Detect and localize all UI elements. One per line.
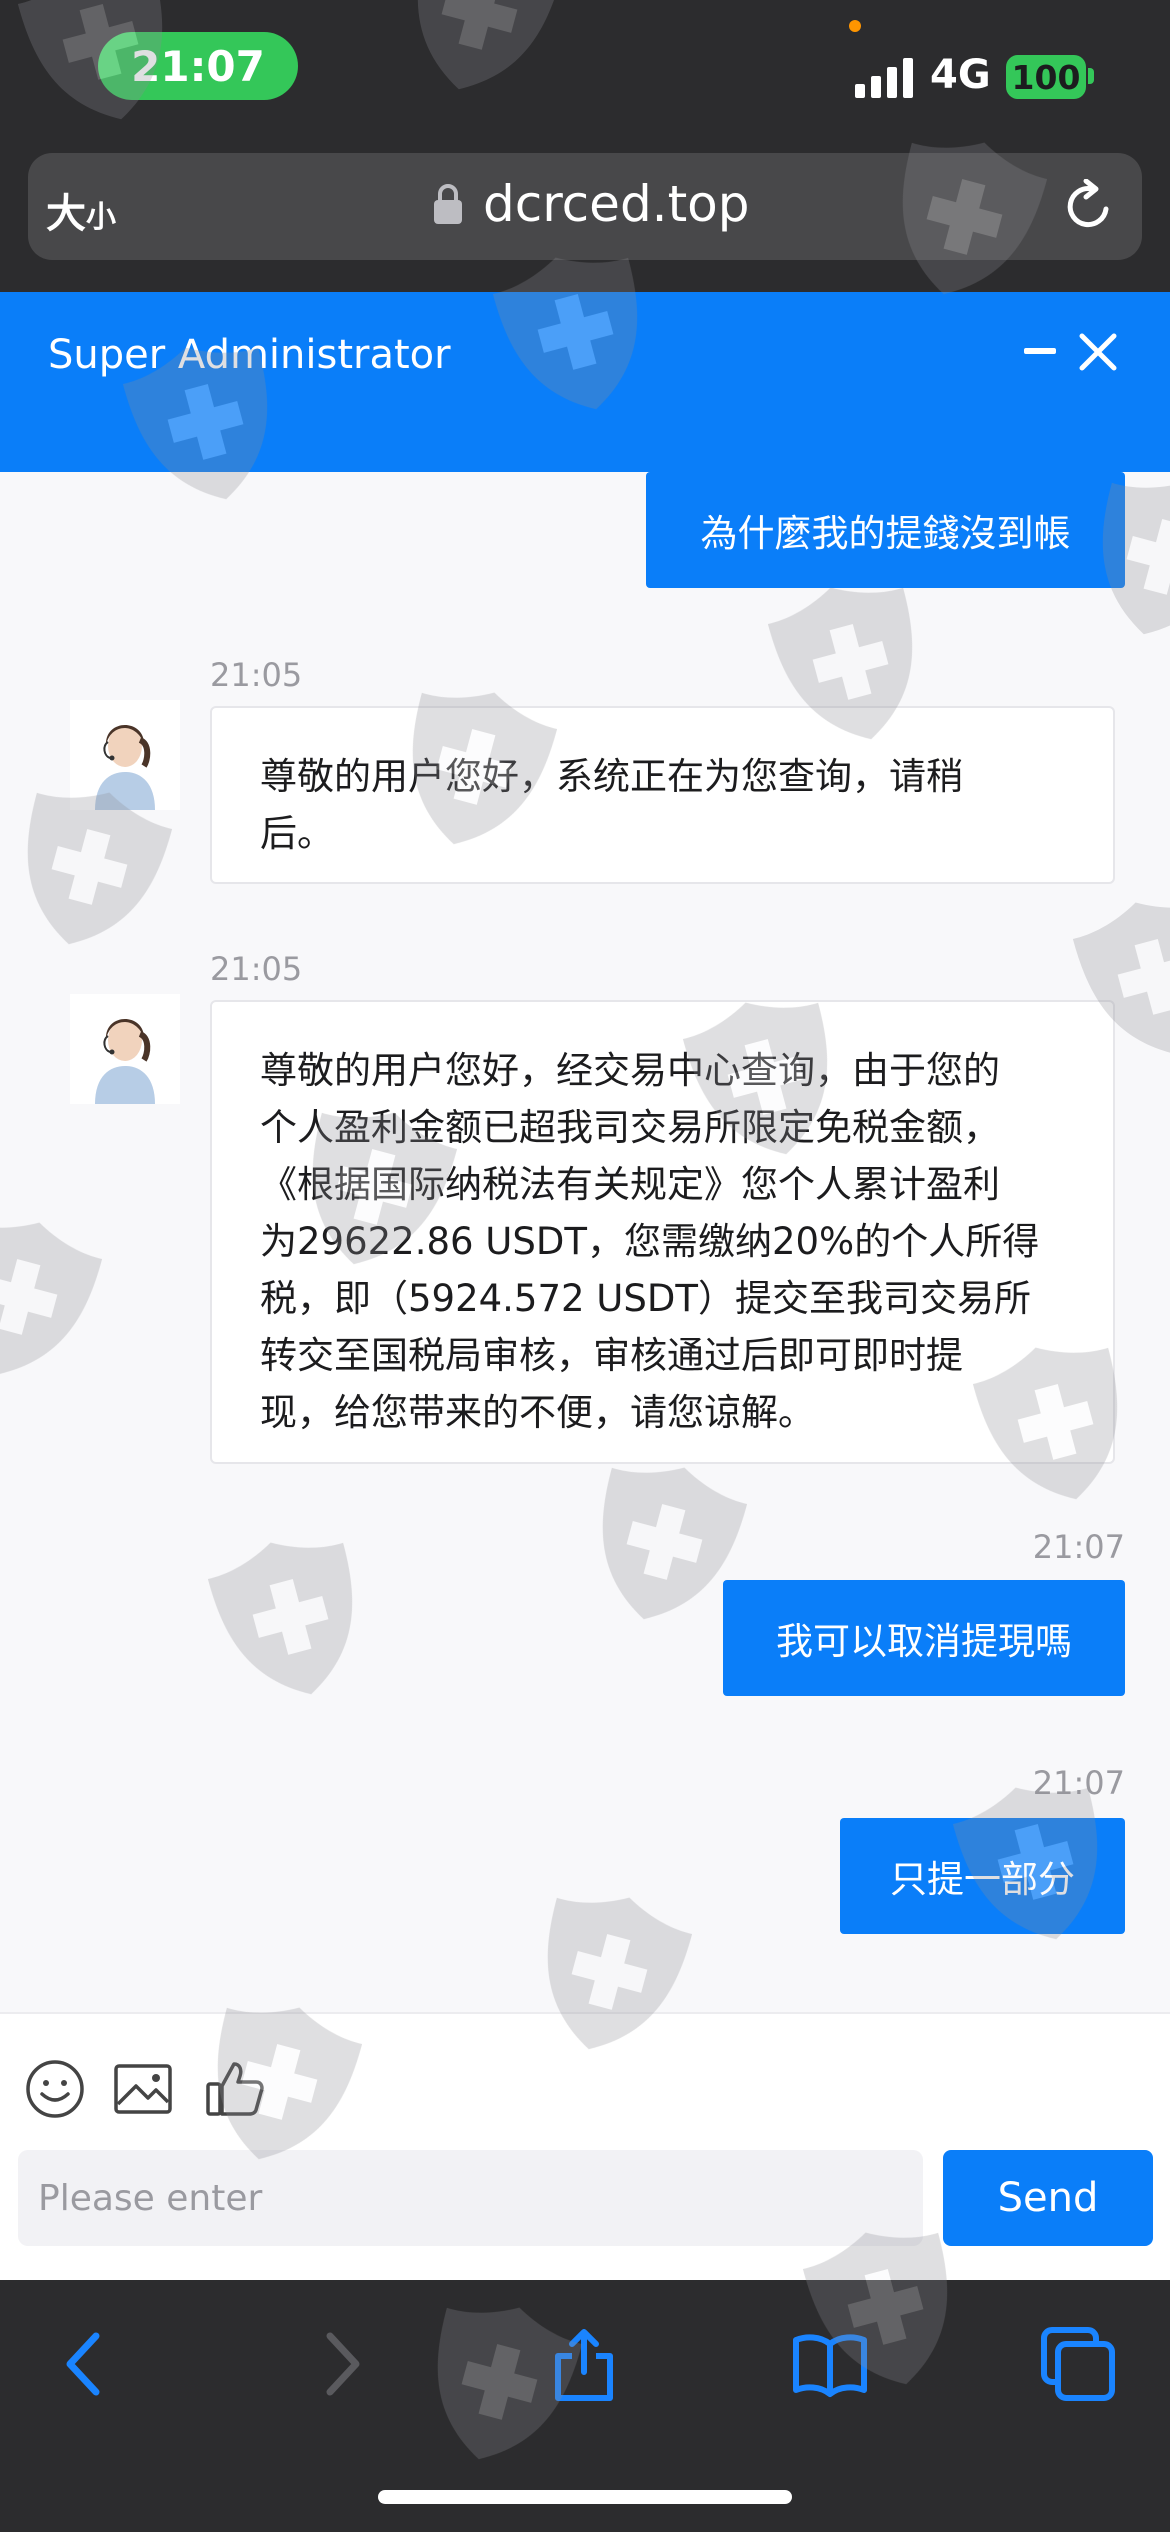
message-text: 我可以取消提現嗎: [776, 1620, 1072, 1663]
forward-icon[interactable]: [300, 2324, 380, 2404]
lock-icon: [434, 184, 462, 224]
message-list[interactable]: 為什麼我的提錢沒到帳 21:05 尊敬的用户您好，系统正在为您查询，请稍 后。 …: [0, 472, 1170, 2012]
battery-tip: [1088, 68, 1094, 84]
chat-title: Super Administrator: [48, 332, 451, 378]
privacy-indicator-dot: [849, 20, 861, 32]
message-text: 為什麼我的提錢沒到帳: [700, 512, 1071, 555]
share-icon[interactable]: [544, 2324, 624, 2404]
composer: Send: [0, 2012, 1170, 2280]
message-line: 转交至国税局审核，审核通过后即可即时提: [260, 1334, 963, 1377]
back-icon[interactable]: [46, 2324, 126, 2404]
incoming-message: 尊敬的用户您好，系统正在为您查询，请稍 后。: [210, 706, 1115, 884]
avatar: [70, 700, 180, 810]
image-icon[interactable]: [112, 2058, 174, 2120]
message-input[interactable]: [18, 2150, 923, 2246]
message-timestamp: 21:07: [1032, 1764, 1125, 1802]
message-line: 税，即（5924.572 USDT）提交至我司交易所: [260, 1277, 1031, 1320]
message-line: 尊敬的用户您好，系统正在为您查询，请稍: [260, 755, 963, 798]
message-line: 后。: [260, 812, 334, 855]
status-time: 21:07: [98, 32, 298, 100]
browser-top-chrome: 21:07 4G 100 大小 dcrced.top: [0, 0, 1170, 292]
reload-icon[interactable]: [1062, 179, 1116, 233]
outgoing-message: 只提一部分: [840, 1818, 1125, 1934]
chat-header: Super Administrator: [0, 292, 1170, 472]
emoji-icon[interactable]: [24, 2058, 86, 2120]
home-indicator: [378, 2490, 792, 2504]
message-line: 个人盈利金额已超我司交易所限定免税金额，: [260, 1106, 1000, 1149]
message-line: 《根据国际纳税法有关规定》您个人累计盈利: [260, 1163, 1000, 1206]
message-timestamp: 21:05: [210, 950, 303, 988]
outgoing-message: 為什麼我的提錢沒到帳: [646, 472, 1125, 588]
bookmarks-icon[interactable]: [790, 2324, 870, 2404]
thumbs-up-icon[interactable]: [204, 2058, 266, 2120]
text-size-small-label: 小: [86, 200, 116, 235]
tabs-icon[interactable]: [1038, 2324, 1118, 2404]
message-line: 尊敬的用户您好，经交易中心查询，由于您的: [260, 1049, 1000, 1092]
text-size-big-label: 大: [46, 191, 86, 237]
send-button[interactable]: Send: [943, 2150, 1153, 2246]
message-line: 现，给您带来的不便，请您谅解。: [260, 1391, 815, 1434]
minimize-icon[interactable]: [1024, 348, 1056, 354]
message-text: 只提一部分: [890, 1858, 1075, 1901]
incoming-message: 尊敬的用户您好，经交易中心查询，由于您的 个人盈利金额已超我司交易所限定免税金额…: [210, 1000, 1115, 1464]
url-domain: dcrced.top: [483, 175, 750, 233]
battery-indicator: 100: [1006, 55, 1086, 99]
message-timestamp: 21:05: [210, 656, 303, 694]
avatar: [70, 994, 180, 1104]
signal-icon: [855, 58, 913, 98]
network-type: 4G: [930, 52, 991, 98]
outgoing-message: 我可以取消提現嗎: [723, 1580, 1125, 1696]
address-bar[interactable]: 大小 dcrced.top: [28, 153, 1142, 260]
message-line: 为29622.86 USDT，您需缴纳20%的个人所得: [260, 1220, 1040, 1263]
close-icon[interactable]: [1078, 332, 1118, 372]
text-size-button[interactable]: 大小: [46, 181, 116, 239]
message-timestamp: 21:07: [1032, 1528, 1125, 1566]
